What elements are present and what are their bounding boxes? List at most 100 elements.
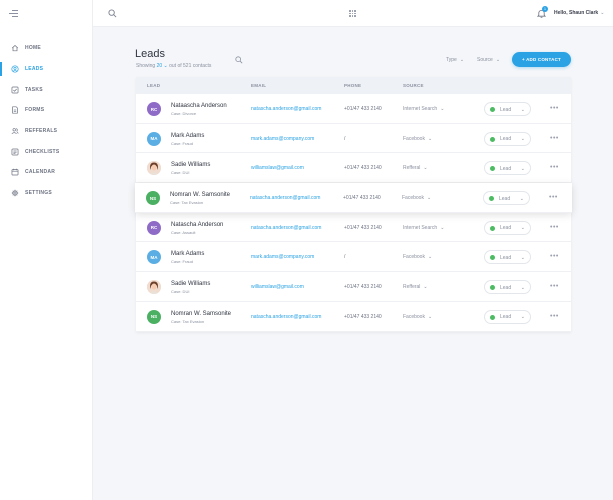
lead-name[interactable]: Sadie Williams [171,281,210,287]
lead-phone: / [344,254,346,261]
status-label: Lead [500,106,512,113]
status-select[interactable]: Lead ⌄ [484,309,531,324]
apps-grid-icon[interactable] [349,10,356,17]
lead-email[interactable]: natascha.anderson@gmail.com [251,225,321,231]
more-options-icon[interactable]: ••• [549,194,558,201]
source-select[interactable]: Facebook ⌄ [403,136,432,142]
chevron-down-icon: ⌄ [163,63,168,69]
avatar: NS [146,191,160,206]
table-row[interactable]: Sadie Williams Case: DUI williamslaw@gmail… [136,272,571,302]
lead-name[interactable]: Nataascha Anderson [171,103,227,109]
page-title: Leads [135,48,165,60]
lead-email[interactable]: natascha.anderson@gmail.com [250,195,320,201]
sidebar-item-calendar[interactable]: CALENDAR [0,162,92,183]
add-contact-button[interactable]: + ADD CONTACT [512,52,571,67]
chevron-down-icon: ⌄ [600,10,605,16]
lead-phone: +01/47 433 2140 [344,106,382,112]
type-filter[interactable]: Type ⌄ [446,57,464,63]
table-row[interactable]: NS Nomran W. Samsonite Case: Tax Evasion na… [136,301,571,332]
lead-email[interactable]: williamslaw@gmail.com [251,284,304,290]
more-options-icon[interactable]: ••• [550,135,559,142]
calendar-icon [11,168,19,176]
lead-case: Case: Fraud [171,259,194,265]
more-options-icon[interactable]: ••• [550,105,559,112]
sidebar-item-settings[interactable]: SETTINGS [0,183,92,204]
chevron-down-icon: ⌄ [520,284,525,291]
more-options-icon[interactable]: ••• [550,313,559,320]
status-select[interactable]: Lead ⌄ [484,102,531,116]
status-select[interactable]: Lead ⌄ [484,280,531,295]
source-value: Refferal [403,284,421,291]
status-dot [490,285,495,291]
lead-name[interactable]: Mark Adams [171,133,204,139]
lead-case: Case: DUI [171,289,190,295]
user-menu[interactable]: Hello, Shaun Clark ⌄ [554,10,604,16]
table-row[interactable]: Sadie Williams Case: DUI williamslaw@gmail… [136,153,571,184]
more-options-icon[interactable]: ••• [550,164,559,171]
column-header-lead[interactable]: LEAD [147,83,160,88]
column-header-phone[interactable]: PHONE [344,83,361,88]
chevron-down-icon: ⌄ [427,313,433,320]
search-icon[interactable] [108,9,117,18]
search-icon[interactable] [235,56,243,64]
status-select[interactable]: Lead ⌄ [483,191,530,206]
sidebar-item-checklists[interactable]: CHECKLISTS [0,141,92,162]
chevron-down-icon: ⌄ [520,254,525,261]
table-row[interactable]: NS Nomran W. Samsonite Case: Tax Evasion na… [135,183,572,213]
column-header-source[interactable]: SOURCE [403,83,424,88]
source-select[interactable]: Refferal ⌄ [403,165,428,171]
menu-icon[interactable] [9,10,18,17]
table-row[interactable]: RC Natascha Anderson Case: Assault natascha… [136,212,571,243]
sidebar-item-leads[interactable]: LEADS [0,59,92,80]
sidebar-item-home[interactable]: HOME [0,38,92,59]
table-row[interactable]: MA Mark Adams Case: Fraud mark.adams@compan… [136,123,571,154]
type-filter-label: Type [446,57,457,63]
sidebar-item-label: CALENDAR [25,169,56,176]
status-dot [490,314,495,320]
lead-email[interactable]: natascha.anderson@gmail.com [251,106,321,112]
table-row[interactable]: MA Mark Adams Case: Fraud mark.adams@compan… [136,242,571,273]
table-body: RC Nataascha Anderson Case: Divorce natasch… [135,94,572,332]
chevron-down-icon: ⌄ [423,165,428,172]
chevron-down-icon: ⌄ [519,195,524,202]
chevron-down-icon: ⌄ [440,106,445,112]
source-select[interactable]: Facebook ⌄ [402,195,431,201]
per-page-value: 20 [156,63,163,69]
lead-email[interactable]: mark.adams@company.com [251,136,314,142]
source-select[interactable]: Internet Search ⌄ [403,225,444,231]
status-select[interactable]: Lead ⌄ [484,131,531,146]
source-select[interactable]: Facebook ⌄ [403,254,432,260]
source-select[interactable]: Refferal ⌄ [403,284,428,290]
table-row[interactable]: RC Nataascha Anderson Case: Divorce natasch… [136,94,571,124]
lead-name[interactable]: Mark Adams [171,251,204,257]
status-select[interactable]: Lead ⌄ [484,220,531,235]
chevron-down-icon: ⌄ [520,165,525,172]
sidebar-item-tasks[interactable]: TASKS [0,79,92,100]
status-select[interactable]: Lead ⌄ [484,161,531,176]
notification-badge: 1 [542,6,548,12]
status-select[interactable]: Lead ⌄ [484,250,531,265]
lead-name[interactable]: Sadie Williams [171,162,210,168]
column-header-email[interactable]: EMAIL [251,83,266,88]
lead-name[interactable]: Natascha Anderson [171,222,223,228]
lead-name[interactable]: Nomran W. Samsonite [170,192,230,198]
chevron-down-icon: ⌄ [440,224,445,231]
sidebar-item-forms[interactable]: FORMS [0,100,92,121]
lead-email[interactable]: williamslaw@gmail.com [251,165,304,171]
source-value: Facebook [403,313,425,320]
more-options-icon[interactable]: ••• [550,283,559,290]
more-options-icon[interactable]: ••• [550,224,559,231]
lead-phone: +01/47 433 2140 [344,284,382,291]
source-select[interactable]: Internet Search ⌄ [403,106,444,112]
more-options-icon[interactable]: ••• [550,253,559,260]
lead-name[interactable]: Nomran W. Samsonite [171,311,231,317]
sidebar-item-refferals[interactable]: REFFERALS [0,121,92,142]
chevron-down-icon: ⌄ [520,136,525,143]
source-filter[interactable]: Source ⌄ [477,57,500,63]
lead-email[interactable]: natascha.anderson@gmail.com [251,314,321,320]
lead-email[interactable]: mark.adams@company.com [251,254,314,260]
source-select[interactable]: Facebook ⌄ [403,314,432,320]
sidebar: HOME LEADS TASKS FORMS REFFERALS CHECKLISTS CA… [0,0,93,500]
per-page-select[interactable]: 20 ⌄ [157,63,168,69]
lead-case: Case: Assault [171,229,196,235]
